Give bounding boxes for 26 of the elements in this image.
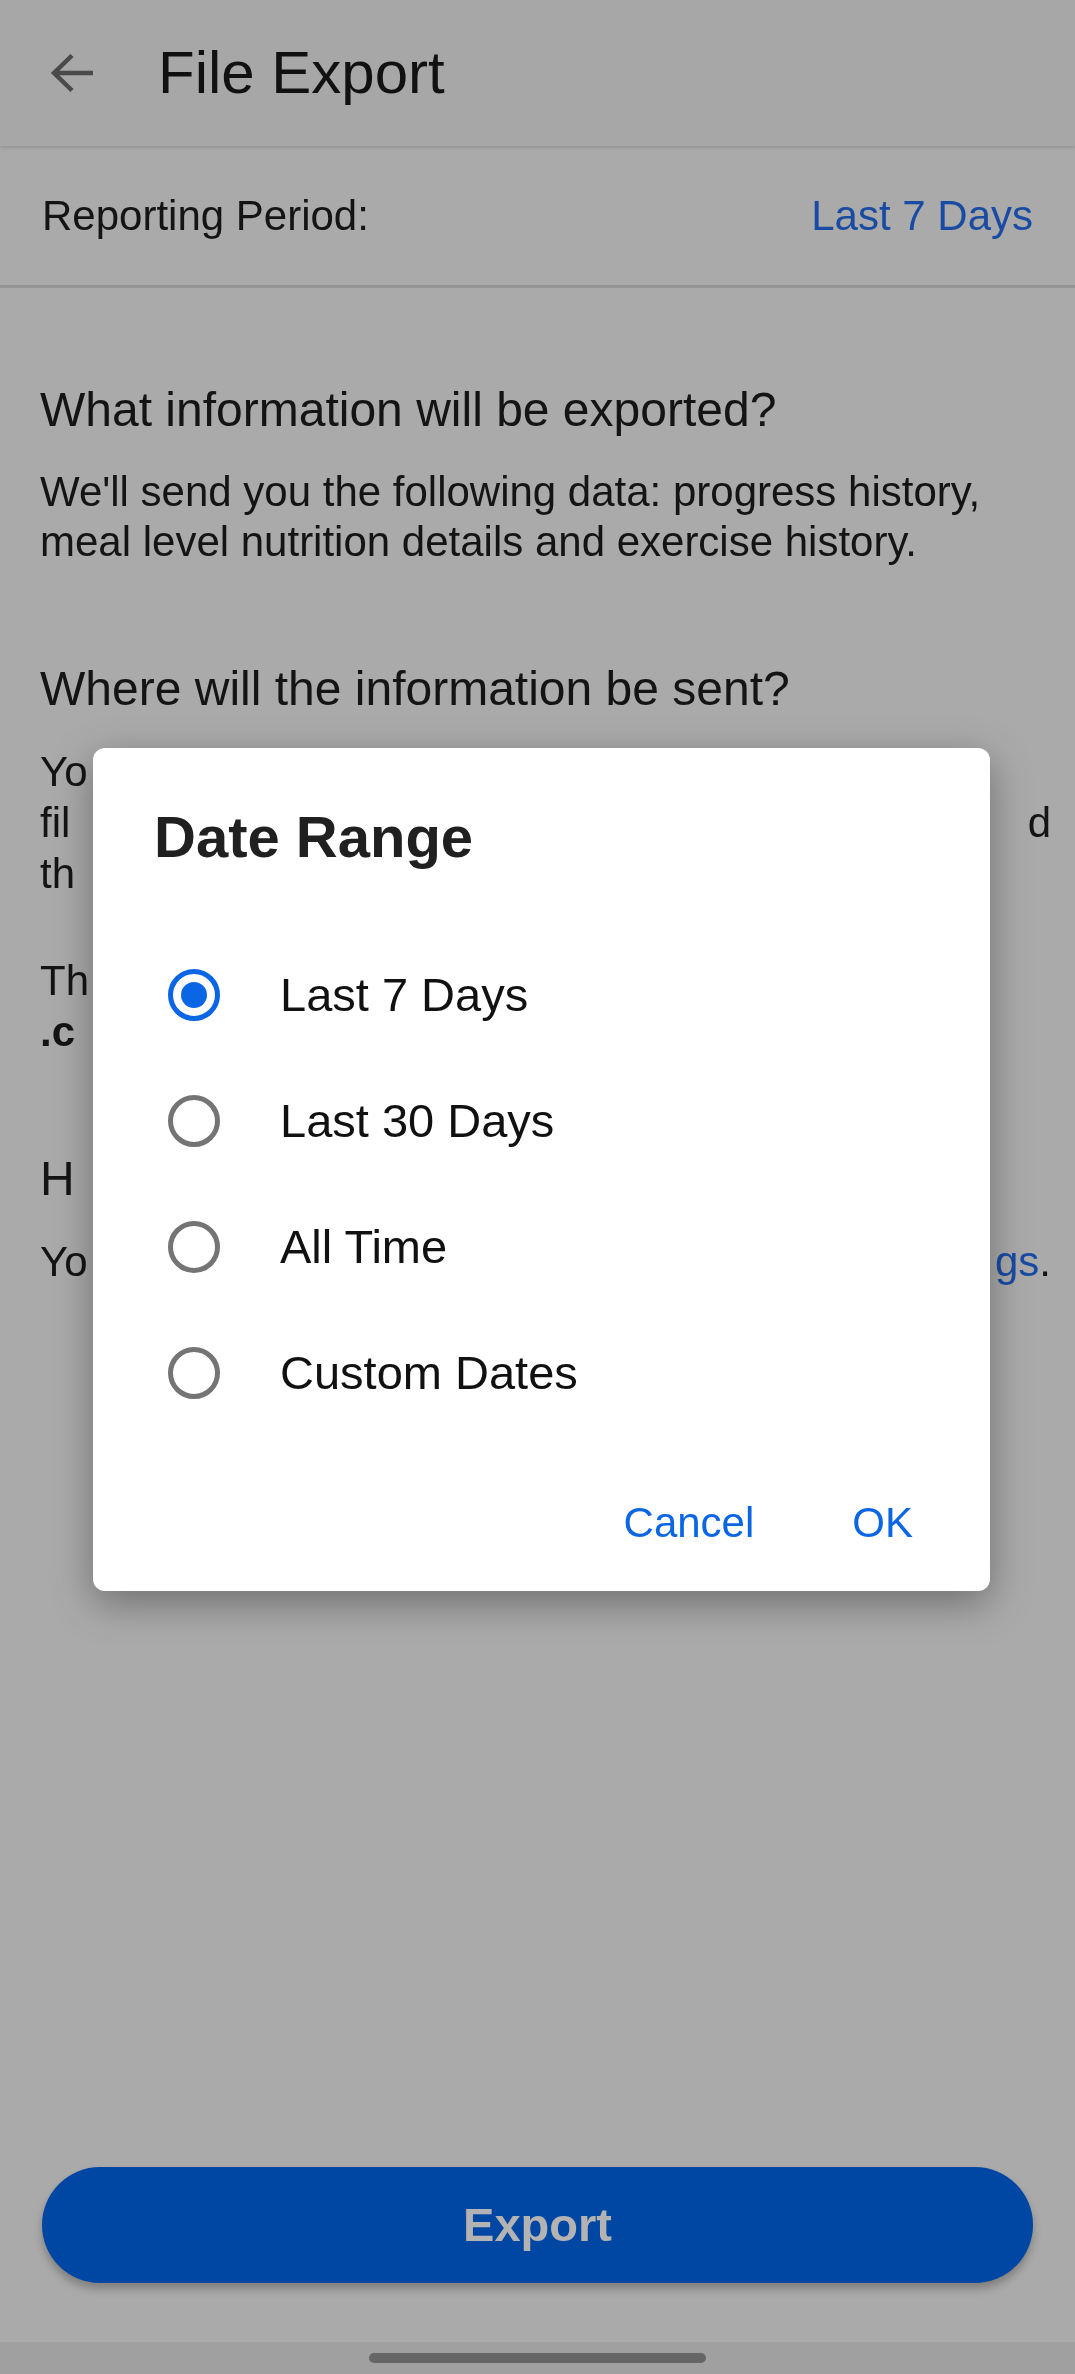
paragraph-text-fragment: Th xyxy=(40,955,89,1006)
paragraph-text-fragment: . xyxy=(1039,1236,1051,1287)
export-button[interactable]: Export xyxy=(42,2167,1033,2283)
paragraph-text-fragment: th xyxy=(40,848,76,899)
gesture-handle-icon[interactable] xyxy=(369,2353,706,2363)
date-range-option[interactable]: Last 30 Days xyxy=(93,1058,990,1184)
paragraph-text-fragment: Yo xyxy=(40,746,88,797)
link-text-fragment[interactable]: gs xyxy=(994,1236,1040,1287)
reporting-period-value[interactable]: Last 7 Days xyxy=(811,190,1033,241)
paragraph-text-fragment: Yo xyxy=(40,1236,88,1287)
dialog-button[interactable]: OK xyxy=(836,1486,929,1560)
section-heading: H xyxy=(40,1151,75,1207)
date-range-option[interactable]: Last 7 Days xyxy=(93,932,990,1058)
dialog-button[interactable]: Cancel xyxy=(607,1486,771,1560)
section-heading: Where will the information be sent? xyxy=(40,661,790,717)
reporting-period-label: Reporting Period: xyxy=(42,190,369,241)
dialog-title: Date Range xyxy=(154,803,474,871)
date-range-option[interactable]: Custom Dates xyxy=(93,1310,990,1436)
section-paragraph: We'll send you the following data: progress history, meal level nutrition details and exercise history. xyxy=(40,467,982,567)
paragraph-text-fragment: .c xyxy=(40,1006,76,1057)
date-range-option[interactable]: All Time xyxy=(93,1184,990,1310)
screen-title: File Export xyxy=(158,38,445,108)
back-arrow-icon xyxy=(49,53,95,93)
paragraph-text-fragment: fil xyxy=(40,797,71,848)
section-heading: What information will be exported? xyxy=(40,382,777,438)
paragraph-text-fragment: d xyxy=(1027,797,1051,848)
